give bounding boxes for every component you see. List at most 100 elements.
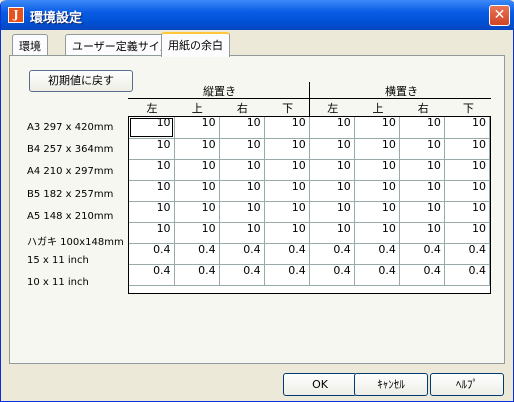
- margin-cell[interactable]: 10: [354, 159, 400, 181]
- row-label: B5 182 x 257mm: [27, 188, 114, 200]
- margin-cell[interactable]: 10: [264, 138, 310, 160]
- margin-cell[interactable]: 10: [309, 222, 355, 244]
- margin-cell[interactable]: 10: [129, 138, 175, 160]
- table-row: 0.4 0.4 0.4 0.4 0.4 0.4 0.4 0.4: [129, 264, 491, 286]
- column-header: 左: [146, 102, 158, 115]
- column-header: 左: [327, 102, 339, 115]
- margin-cell[interactable]: 10: [219, 222, 265, 244]
- margin-cell[interactable]: 10: [444, 222, 491, 244]
- margin-cell[interactable]: 10: [444, 201, 491, 223]
- row-label: ハガキ 100x148mm: [27, 237, 124, 248]
- margin-cell[interactable]: 10: [174, 180, 220, 202]
- margin-cell[interactable]: 0.4: [444, 264, 491, 286]
- ok-button[interactable]: OK: [283, 373, 357, 396]
- cancel-button[interactable]: ｷｬﾝｾﾙ: [354, 373, 428, 396]
- app-icon: J: [8, 7, 24, 23]
- row-label: 15 x 11 inch: [27, 255, 89, 267]
- row-label: B4 257 x 364mm: [27, 144, 114, 156]
- group-landscape-line: [310, 98, 491, 99]
- row-label: A3 297 x 420mm: [27, 122, 114, 133]
- margin-cell[interactable]: 10: [399, 138, 445, 160]
- margin-cell[interactable]: 10: [399, 180, 445, 202]
- margin-cell[interactable]: 10: [264, 201, 310, 223]
- margin-grid: 10 10 10 10 10 10 10 10 10 10 10 10 10 10 10 10 10 10 10 10…: [128, 116, 491, 294]
- margin-cell[interactable]: 0.4: [354, 264, 400, 286]
- margin-cell[interactable]: 0.4: [354, 243, 400, 265]
- margin-cell[interactable]: 10: [354, 180, 400, 202]
- help-button[interactable]: ﾍﾙﾌﾟ: [430, 373, 504, 396]
- margin-cell[interactable]: 0.4: [264, 264, 310, 286]
- margin-cell[interactable]: 0.4: [444, 243, 491, 265]
- margin-cell[interactable]: 0.4: [219, 243, 265, 265]
- tab-paper-margin[interactable]: 用紙の余白: [161, 32, 230, 57]
- margin-cell[interactable]: 10: [264, 180, 310, 202]
- margin-cell[interactable]: 10: [399, 117, 445, 139]
- margin-panel: 初期値に戻す 縦置き 横置き 左 上 右 下 左 上 右 下 A3 297 x 420mm B4…: [9, 55, 505, 364]
- margin-cell[interactable]: 0.4: [399, 243, 445, 265]
- reset-defaults-button[interactable]: 初期値に戻す: [29, 70, 133, 92]
- column-header: 下: [462, 102, 474, 115]
- tab-environment[interactable]: 環境: [12, 34, 48, 55]
- margin-cell[interactable]: 0.4: [174, 243, 220, 265]
- margin-cell[interactable]: 10: [354, 117, 400, 139]
- margin-cell[interactable]: 10: [174, 222, 220, 244]
- margin-cell[interactable]: 10: [174, 159, 220, 181]
- margin-cell[interactable]: 10: [309, 159, 355, 181]
- margin-cell[interactable]: 10: [219, 138, 265, 160]
- margin-cell[interactable]: 0.4: [129, 264, 175, 286]
- group-portrait-label: 縦置き: [203, 85, 236, 98]
- margin-cell[interactable]: 10: [129, 201, 175, 223]
- margin-cell[interactable]: 10: [129, 159, 175, 181]
- margin-cell[interactable]: 0.4: [309, 243, 355, 265]
- margin-cell[interactable]: 10: [309, 138, 355, 160]
- group-landscape-label: 横置き: [385, 85, 418, 98]
- margin-cell[interactable]: 10: [129, 117, 175, 139]
- margin-cell[interactable]: 10: [354, 201, 400, 223]
- margin-cell[interactable]: 10: [399, 222, 445, 244]
- margin-cell[interactable]: 10: [174, 138, 220, 160]
- window-title: 環境設定: [30, 11, 83, 26]
- table-row: 10 10 10 10 10 10 10 10: [129, 222, 491, 244]
- margin-cell[interactable]: 10: [174, 201, 220, 223]
- margin-cell[interactable]: 10: [309, 201, 355, 223]
- margin-cell[interactable]: 0.4: [264, 243, 310, 265]
- column-header: 右: [236, 102, 248, 115]
- margin-cell[interactable]: 10: [309, 117, 355, 139]
- margin-cell[interactable]: 0.4: [129, 243, 175, 265]
- margin-cell[interactable]: 10: [399, 159, 445, 181]
- table-row: 10 10 10 10 10 10 10 10: [129, 138, 491, 160]
- margin-cell[interactable]: 10: [219, 201, 265, 223]
- column-header: 上: [191, 102, 203, 115]
- margin-cell[interactable]: 10: [174, 117, 220, 139]
- margin-cell[interactable]: 0.4: [309, 264, 355, 286]
- margin-cell[interactable]: 10: [444, 180, 491, 202]
- margin-cell[interactable]: 10: [219, 159, 265, 181]
- margin-cell[interactable]: 10: [399, 201, 445, 223]
- margin-cell[interactable]: 10: [264, 159, 310, 181]
- margin-cell[interactable]: 10: [264, 222, 310, 244]
- margin-cell[interactable]: 0.4: [174, 264, 220, 286]
- margin-cell[interactable]: 10: [444, 159, 491, 181]
- row-label: A5 148 x 210mm: [27, 210, 114, 222]
- margin-cell[interactable]: 10: [264, 117, 310, 139]
- margin-cell[interactable]: 10: [219, 180, 265, 202]
- column-header: 右: [417, 102, 429, 115]
- column-header: 上: [372, 102, 384, 115]
- table-row: 0.4 0.4 0.4 0.4 0.4 0.4 0.4 0.4: [129, 243, 491, 265]
- title-bar[interactable]: J 環境設定 ✕: [1, 0, 514, 30]
- settings-dialog: J 環境設定 ✕ 環境 ユーザー定義サイズ 用紙の余白 初期値に戻す 縦置き 横…: [0, 0, 514, 402]
- margin-cell[interactable]: 10: [309, 180, 355, 202]
- margin-cell[interactable]: 10: [354, 222, 400, 244]
- table-row: 10 10 10 10 10 10 10 10: [129, 159, 491, 181]
- margin-cell[interactable]: 10: [129, 180, 175, 202]
- margin-cell[interactable]: 0.4: [219, 264, 265, 286]
- margin-cell[interactable]: 0.4: [399, 264, 445, 286]
- margin-cell[interactable]: 10: [129, 222, 175, 244]
- margin-cell[interactable]: 10: [444, 138, 491, 160]
- table-row: 10 10 10 10 10 10 10 10: [129, 201, 491, 223]
- margin-cell[interactable]: 10: [219, 117, 265, 139]
- group-portrait-line: [128, 98, 309, 99]
- margin-cell[interactable]: 10: [354, 138, 400, 160]
- margin-cell[interactable]: 10: [444, 117, 491, 139]
- close-button[interactable]: ✕: [489, 5, 510, 26]
